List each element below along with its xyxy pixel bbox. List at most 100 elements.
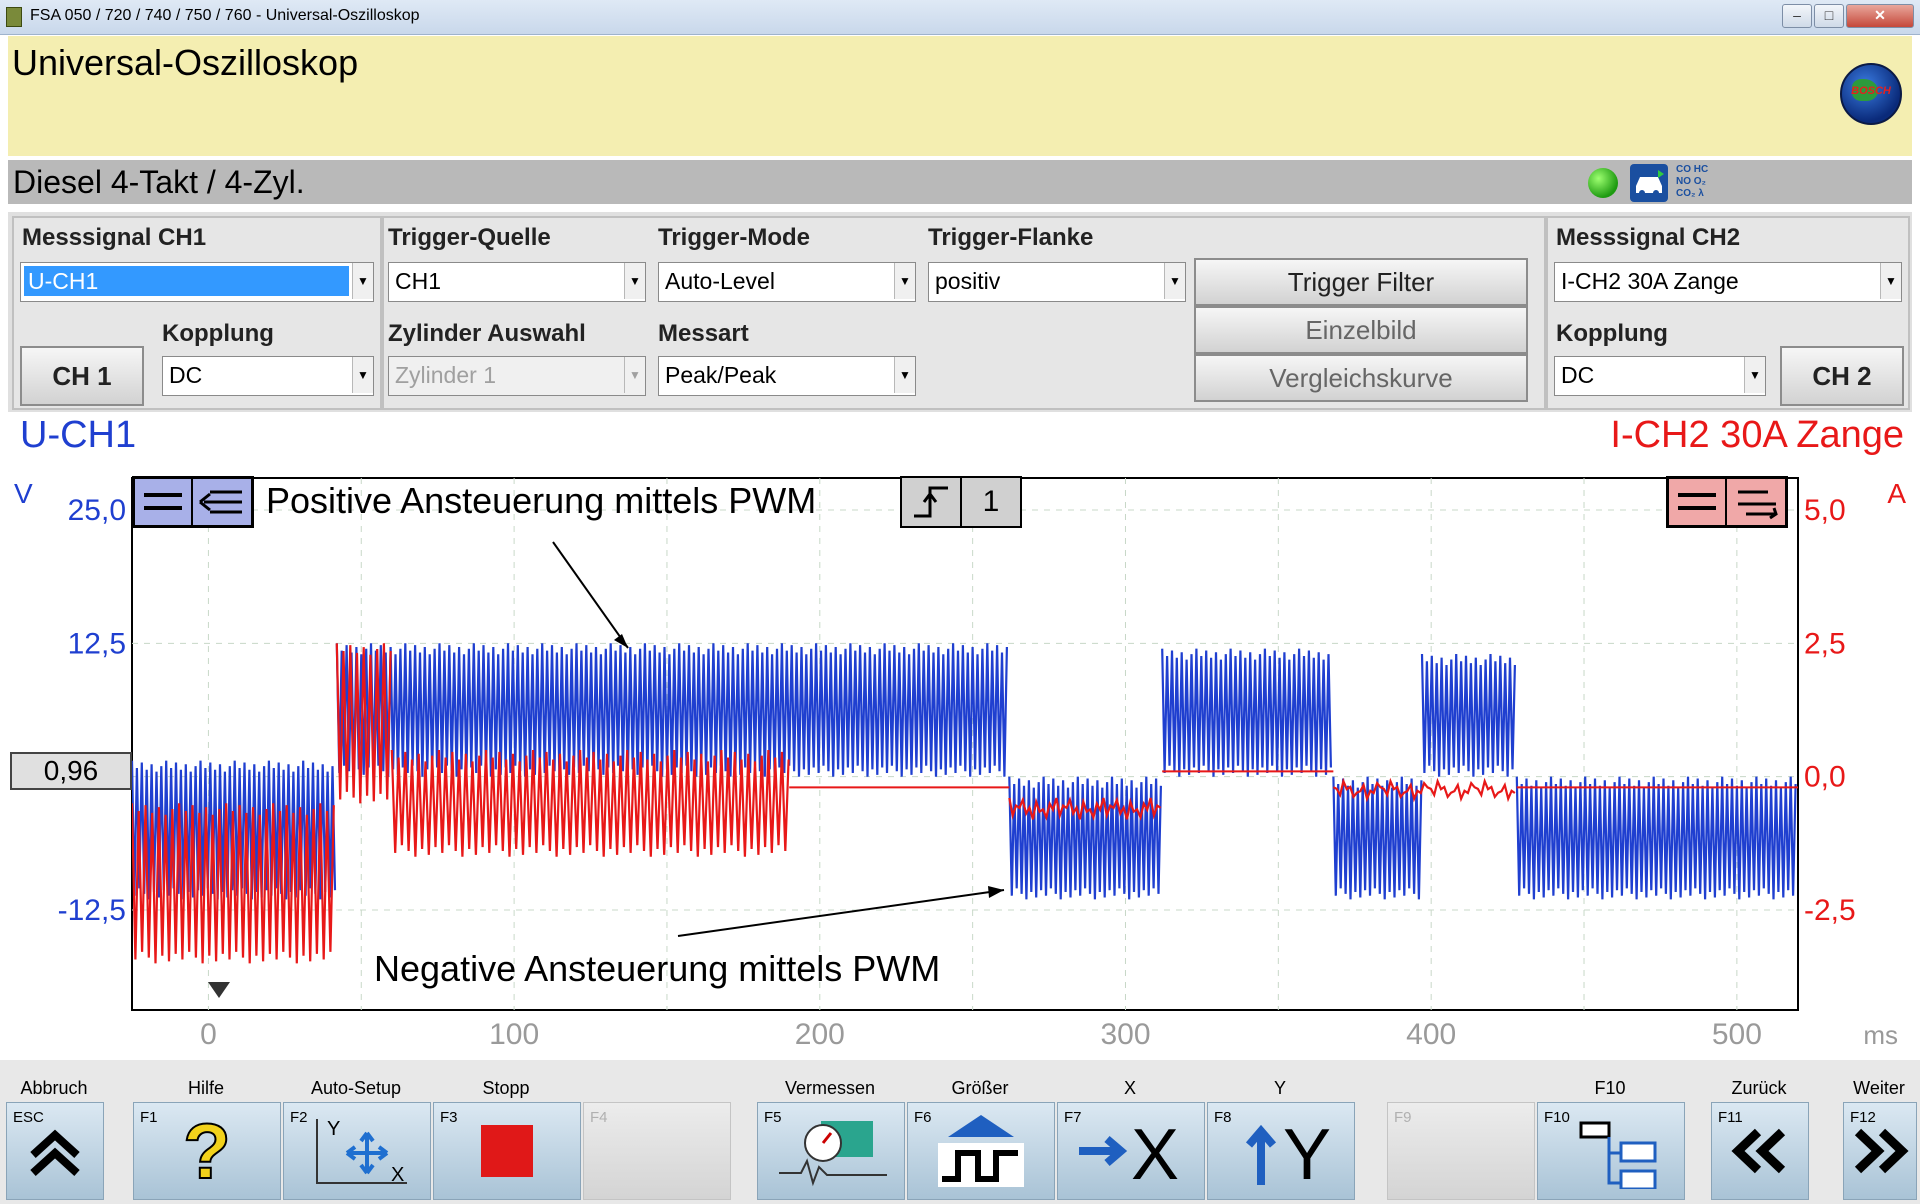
y-left-tick-label: -12,5 <box>58 894 126 927</box>
fkey-f2-button[interactable]: F2 Y X <box>283 1102 431 1200</box>
layout-icon <box>1538 1103 1684 1199</box>
svg-text:X: X <box>1131 1115 1179 1189</box>
brand-logo: BOSCH <box>1840 63 1902 125</box>
fkey-f9-button: F9 <box>1387 1102 1535 1200</box>
measure-type-select[interactable]: Peak/Peak ▼ <box>658 356 916 396</box>
trigger-edge-icon[interactable] <box>902 478 962 526</box>
x-tick-label: 0 <box>200 1018 217 1051</box>
ch1-button[interactable]: CH 1 <box>20 346 144 406</box>
forward-icon <box>1844 1103 1916 1199</box>
chevron-down-icon[interactable]: ▼ <box>1880 263 1901 299</box>
cylinder-label: Zylinder Auswahl <box>388 320 586 347</box>
exhaust-gas-icon[interactable]: CO HC NO O₂ CO₂ λ <box>1676 164 1716 202</box>
minimize-button[interactable]: – <box>1782 4 1812 28</box>
chevron-down-icon: ▼ <box>624 357 645 393</box>
trigger-level-label[interactable]: 0,96 <box>10 752 132 790</box>
chevron-down-icon[interactable]: ▼ <box>894 357 915 393</box>
x-tick-label: 200 <box>795 1018 845 1051</box>
vehicle-icon[interactable] <box>1630 164 1668 202</box>
fkey-caption: F10 <box>1594 1078 1626 1098</box>
y-left-tick-label: 12,5 <box>68 627 126 660</box>
chevron-down-icon[interactable]: ▼ <box>1164 263 1185 299</box>
oscilloscope-display: U-CH1 I-CH2 30A Zange V A 0 100 200 300 400 5… <box>8 414 1912 1059</box>
single-frame-button[interactable]: Einzelbild <box>1194 306 1528 354</box>
vehicle-description: Diesel 4-Takt / 4-Zyl. <box>13 164 305 200</box>
x-tick-label: 500 <box>1712 1018 1762 1051</box>
auto-setup-icon: YX <box>284 1103 430 1199</box>
trigger-mode-select[interactable]: Auto-Level ▼ <box>658 262 916 302</box>
fkey-number: F9 <box>1394 1109 1412 1126</box>
trigger-edge-buttons[interactable]: 1 <box>900 476 1022 528</box>
fkey-caption: Stopp <box>482 1078 530 1098</box>
ch2-coupling-select[interactable]: DC ▼ <box>1554 356 1766 396</box>
fkey-esc-button[interactable]: ESC <box>6 1102 104 1200</box>
chevron-down-icon[interactable]: ▼ <box>894 263 915 299</box>
fkey-caption: Abbruch <box>20 1078 88 1098</box>
chevron-down-icon[interactable]: ▼ <box>624 263 645 299</box>
fkey-f5-button[interactable]: F5 <box>757 1102 905 1200</box>
maximize-button[interactable]: □ <box>1814 4 1844 28</box>
trigger-mode-label: Trigger-Mode <box>658 224 811 251</box>
svg-text:X: X <box>391 1164 404 1186</box>
function-key-bar: Abbruch ESC Hilfe F1? Auto-Setup F2 Y X Stopp F3 F… <box>0 1060 1920 1204</box>
fkey-f7-button[interactable]: F7 X <box>1057 1102 1205 1200</box>
fkey-caption: Größer <box>951 1078 1009 1098</box>
ch2-button[interactable]: CH 2 <box>1780 346 1904 406</box>
y-right-tick-label: 0,0 <box>1804 761 1846 794</box>
fkey-caption: X <box>1123 1078 1136 1098</box>
trigger-source-select[interactable]: CH1 ▼ <box>388 262 646 302</box>
x-axis-icon: X <box>1058 1103 1204 1199</box>
y-right-tick-label: 2,5 <box>1804 627 1846 660</box>
trigger-edge-select[interactable]: positiv ▼ <box>928 262 1186 302</box>
y-right-tick-label: -2,5 <box>1804 894 1856 927</box>
measure-type-label: Messart <box>658 320 749 347</box>
vehicle-status-bar: Diesel 4-Takt / 4-Zyl. CO HC NO O₂ CO₂ λ <box>8 160 1912 204</box>
fkey-f8-button[interactable]: F8 Y <box>1207 1102 1355 1200</box>
close-button[interactable]: ✕ <box>1846 4 1914 28</box>
fkey-caption: Auto-Setup <box>310 1078 402 1098</box>
cylinder-select: Zylinder 1 ▼ <box>388 356 646 396</box>
ch2-scale-buttons[interactable] <box>1666 476 1788 528</box>
y-left-tick-label: 25,0 <box>68 494 126 527</box>
fkey-f3-button[interactable]: F3 <box>433 1102 581 1200</box>
x-tick-label: 100 <box>489 1018 539 1051</box>
fkey-caption: Zurück <box>1731 1078 1787 1098</box>
fkey-caption: Hilfe <box>187 1078 224 1098</box>
fkey-f12-button[interactable]: F12 <box>1843 1102 1917 1200</box>
ch2-coupling-value: DC <box>1561 362 1595 388</box>
fkey-f1-button[interactable]: F1? <box>133 1102 281 1200</box>
double-up-chevron-icon <box>7 1103 103 1199</box>
trigger-edge-value: positiv <box>935 268 1001 294</box>
ch1-signal-select[interactable]: U-CH1 ▼ <box>20 262 374 302</box>
chevron-down-icon[interactable]: ▼ <box>1744 357 1765 393</box>
enlarge-icon <box>908 1103 1054 1199</box>
ch1-coupling-label: Kopplung <box>162 320 274 347</box>
fkey-f10-button[interactable]: F10 <box>1537 1102 1685 1200</box>
fkey-caption: Weiter <box>1853 1078 1905 1098</box>
trigger-edge-label: Trigger-Flanke <box>928 224 1094 251</box>
y-axis-icon: Y <box>1208 1103 1354 1199</box>
fkey-f4-button: F4 <box>583 1102 731 1200</box>
svg-text:Y: Y <box>327 1118 340 1140</box>
title-bar: FSA 050 / 720 / 740 / 750 / 760 - Univer… <box>0 0 1920 35</box>
trigger-filter-button[interactable]: Trigger Filter <box>1194 258 1528 306</box>
chevron-down-icon[interactable]: ▼ <box>352 357 373 393</box>
trigger-mode-value: Auto-Level <box>665 268 775 294</box>
ch2-group: Messsignal CH2 I-CH2 30A Zange ▼ Kopplun… <box>1546 216 1910 410</box>
y-right-tick-label: 5,0 <box>1804 494 1846 527</box>
compare-curve-button[interactable]: Vergleichskurve <box>1194 354 1528 402</box>
stop-icon <box>434 1103 580 1199</box>
ch1-coupling-value: DC <box>169 362 203 388</box>
x-unit-label: ms <box>1863 1020 1898 1050</box>
ch2-signal-select[interactable]: I-CH2 30A Zange ▼ <box>1554 262 1902 302</box>
status-led-icon <box>1588 168 1618 198</box>
fkey-f11-button[interactable]: F11 <box>1711 1102 1809 1200</box>
fkey-f6-button[interactable]: F6 <box>907 1102 1055 1200</box>
brand-text: BOSCH <box>1851 85 1891 97</box>
ch1-coupling-select[interactable]: DC ▼ <box>162 356 374 396</box>
trigger-source-label: Trigger-Quelle <box>388 224 551 251</box>
ch1-scale-buttons[interactable] <box>132 476 254 528</box>
chevron-down-icon[interactable]: ▼ <box>352 263 373 299</box>
trigger-group: Trigger-Quelle CH1 ▼ Trigger-Mode Auto-L… <box>382 216 1546 410</box>
trigger-channel-number[interactable]: 1 <box>962 478 1020 526</box>
